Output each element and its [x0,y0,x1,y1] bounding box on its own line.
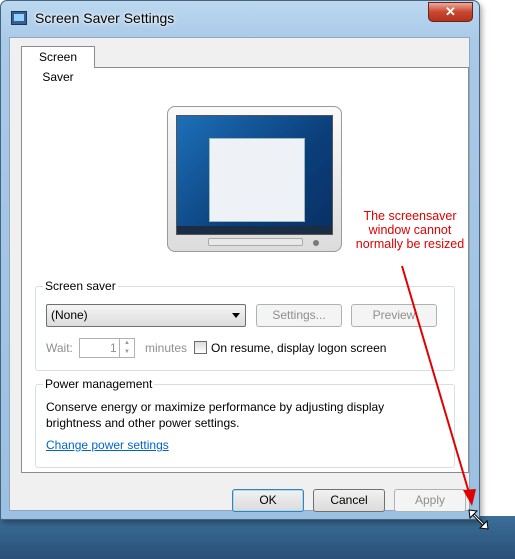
annotation-arrow-head [463,489,476,506]
annotation-arrow-line [401,265,471,497]
tab-screen-saver[interactable]: Screen Saver [21,46,95,84]
annotation-arrow [401,265,489,530]
resize-cursor-icon [468,509,489,530]
